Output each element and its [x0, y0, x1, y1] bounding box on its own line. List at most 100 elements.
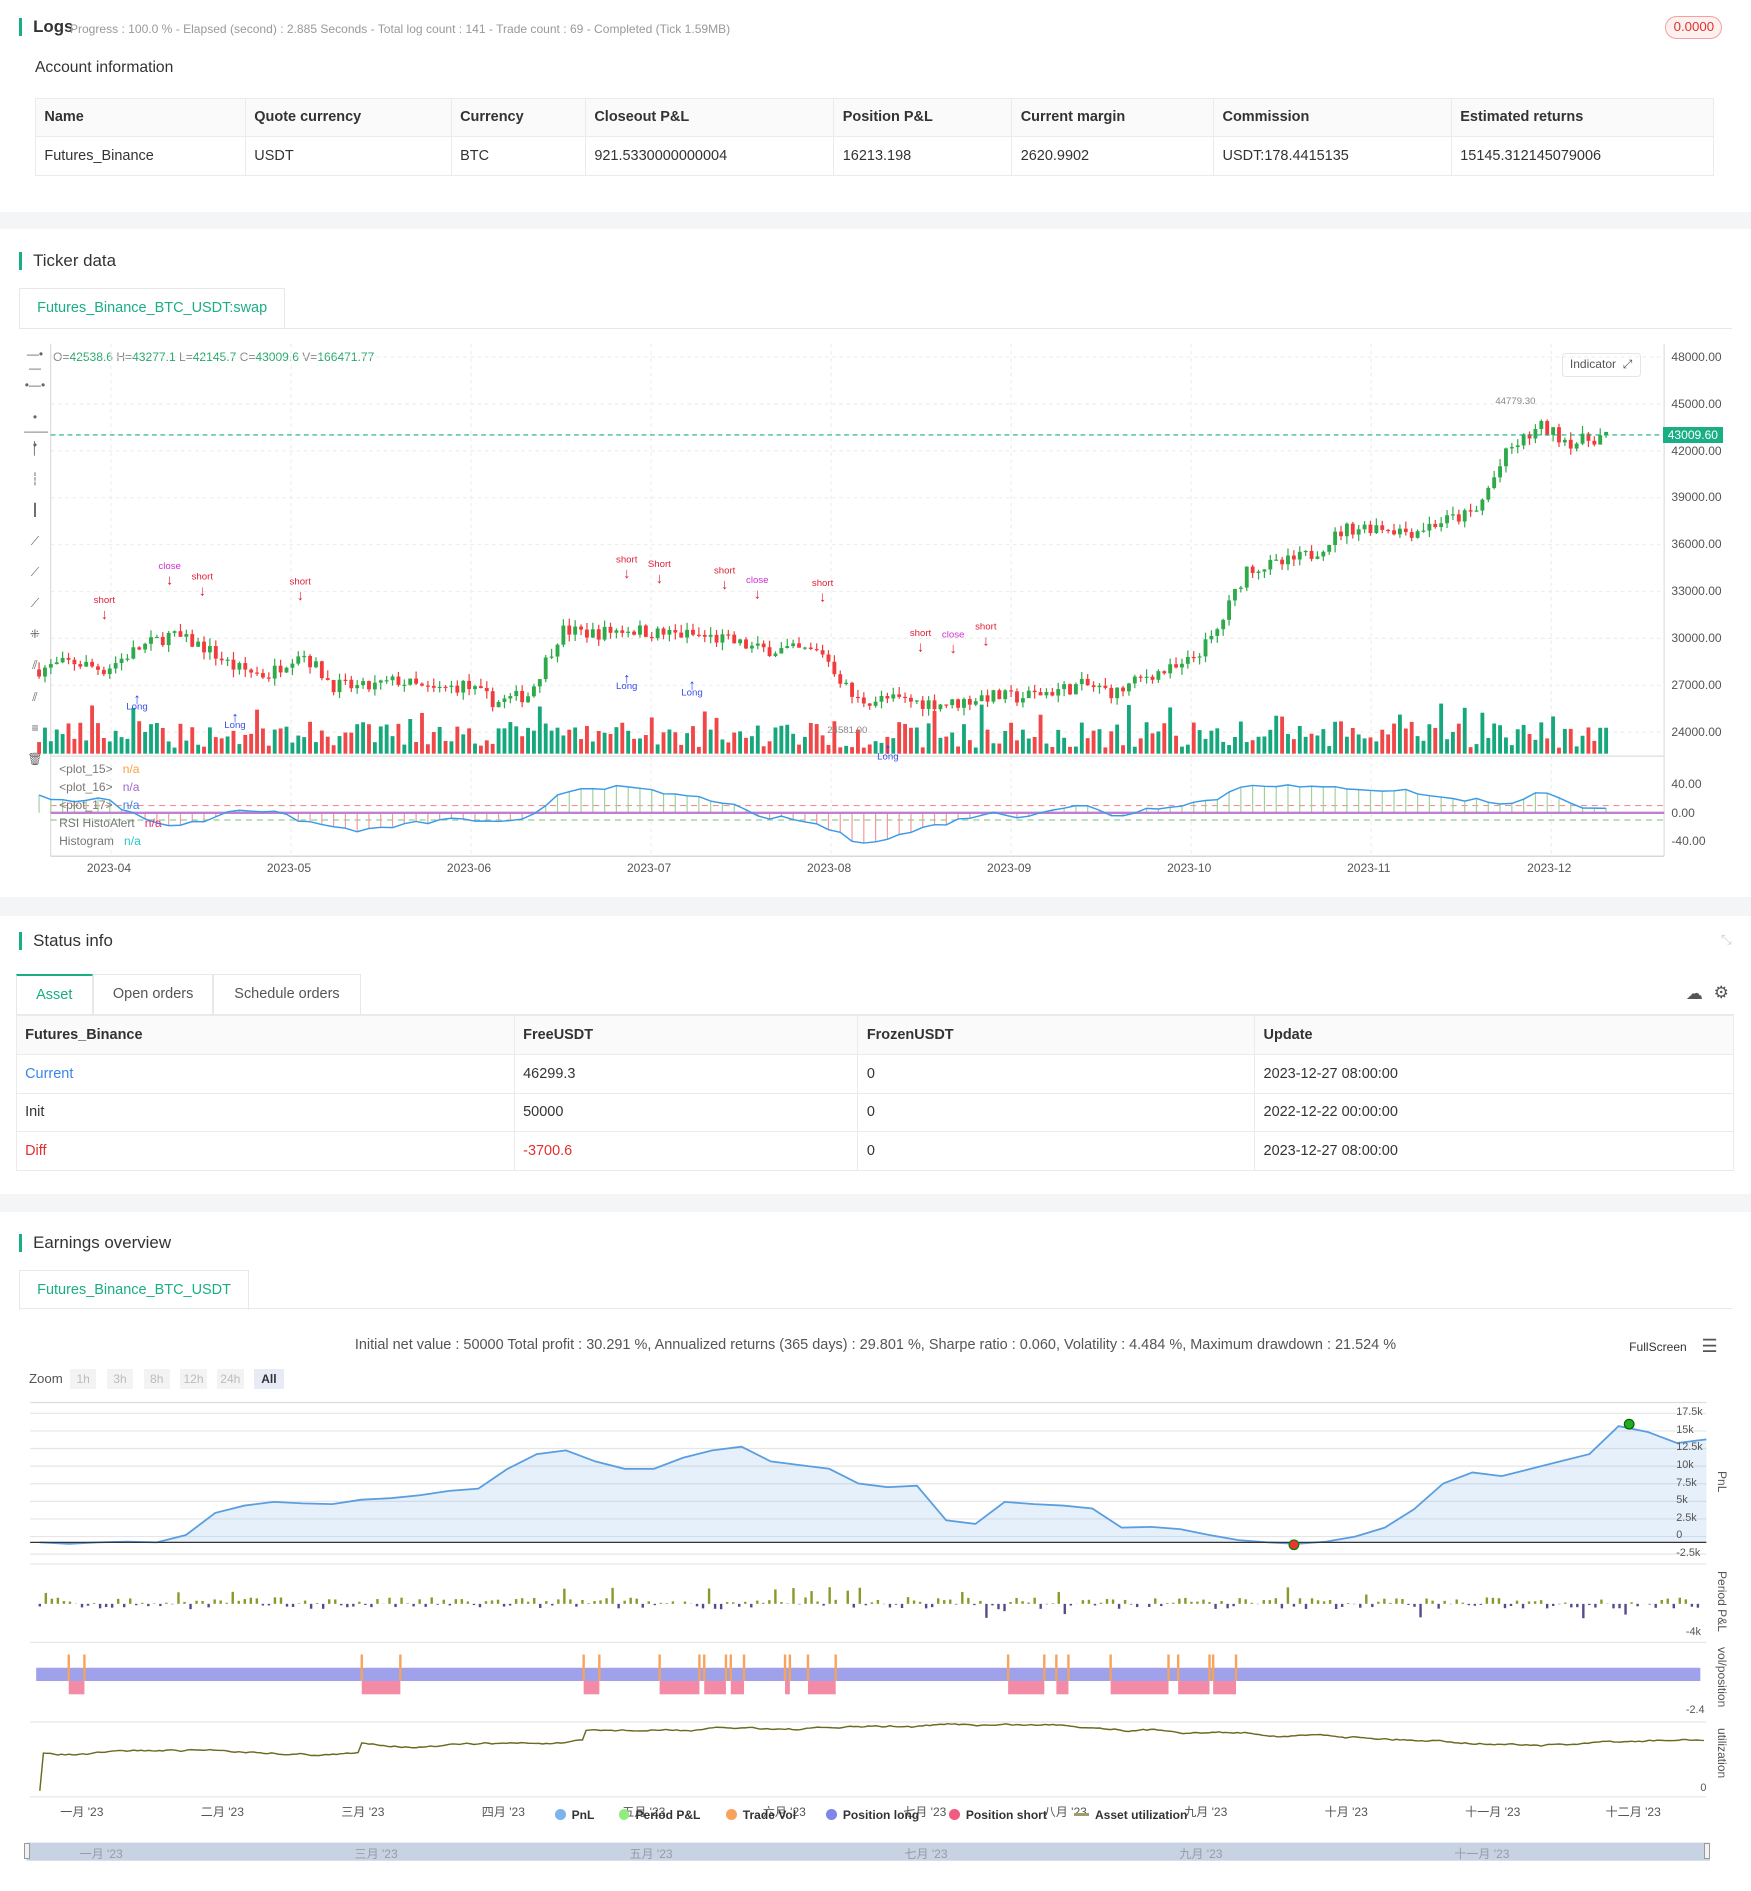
period-pnl-bar	[1485, 1597, 1489, 1604]
period-pnl-bar	[780, 1601, 783, 1604]
period-axis-tick: -4k	[1685, 1625, 1701, 1638]
period-pnl-bar	[1359, 1603, 1362, 1608]
period-pnl-bar	[575, 1603, 578, 1607]
navigator-time-tick: 九月 '23	[1179, 1847, 1223, 1862]
period-pnl-bar	[1407, 1603, 1410, 1605]
dot-legend-icon	[949, 1809, 960, 1821]
period-pnl-bar	[418, 1599, 421, 1604]
axis-title: vol/position	[1714, 1647, 1729, 1708]
period-pnl-bar	[539, 1603, 542, 1608]
period-pnl-bar	[533, 1598, 536, 1604]
navigator-time-tick: 十一月 '23	[1454, 1847, 1510, 1862]
period-pnl-bar	[985, 1603, 988, 1618]
period-pnl-bar	[442, 1599, 445, 1604]
legend-item[interactable]: Position long	[826, 1808, 919, 1822]
period-pnl-bar	[195, 1600, 198, 1604]
period-pnl-bar	[1461, 1602, 1464, 1604]
position-short-bar	[785, 1681, 790, 1695]
period-pnl-bar	[62, 1601, 66, 1604]
navigator-handle-right[interactable]	[1703, 1842, 1710, 1860]
pnl-axis-tick: 5k	[1676, 1494, 1688, 1507]
period-pnl-bar	[243, 1599, 247, 1604]
period-pnl-bar	[1154, 1598, 1157, 1604]
period-pnl-bar	[834, 1599, 837, 1604]
period-pnl-bar	[563, 1588, 566, 1604]
period-pnl-bar	[551, 1603, 554, 1606]
period-pnl-bar	[1696, 1603, 1700, 1608]
dot-legend-icon	[826, 1809, 837, 1821]
period-pnl-bar	[508, 1603, 512, 1606]
period-pnl-bar	[98, 1603, 102, 1609]
legend-item[interactable]: Trade Vol	[725, 1808, 796, 1822]
period-pnl-bar	[44, 1592, 48, 1604]
period-pnl-bar	[1497, 1598, 1501, 1604]
legend-item[interactable]: Position short	[949, 1808, 1047, 1822]
period-pnl-bar	[756, 1600, 759, 1604]
period-pnl-bar	[1298, 1598, 1302, 1604]
period-pnl-bar	[1123, 1599, 1127, 1604]
period-pnl-bar	[629, 1597, 632, 1604]
period-pnl-bar	[599, 1600, 602, 1604]
period-pnl-bar	[1244, 1599, 1247, 1604]
line-legend-icon	[1074, 1813, 1089, 1816]
period-pnl-bar	[683, 1601, 687, 1604]
period-pnl-bar	[1262, 1600, 1265, 1604]
earnings-time-tick: 四月 '23	[481, 1804, 525, 1819]
dot-legend-icon	[618, 1809, 630, 1821]
period-pnl-bar	[611, 1587, 614, 1604]
period-pnl-bar	[460, 1599, 464, 1604]
utilization-axis-tick: 0	[1700, 1782, 1707, 1795]
period-pnl-bar	[1160, 1603, 1163, 1607]
period-pnl-bar	[1383, 1598, 1386, 1604]
period-pnl-bar	[1009, 1601, 1012, 1604]
pnl-axis-tick: 2.5k	[1676, 1511, 1697, 1524]
navigator-handle-left[interactable]	[24, 1842, 31, 1860]
period-pnl-bar	[557, 1599, 560, 1604]
asset-utilization-line	[39, 1722, 1704, 1791]
period-pnl-bar	[1437, 1603, 1440, 1609]
period-pnl-bar	[1310, 1598, 1314, 1604]
legend-item[interactable]: Period P&L	[618, 1808, 700, 1822]
period-pnl-bar	[1292, 1603, 1296, 1607]
legend-item[interactable]: Asset utilization	[1074, 1808, 1187, 1822]
legend-item[interactable]: PnL	[554, 1807, 595, 1822]
period-pnl-bar	[1564, 1602, 1567, 1604]
period-pnl-bar	[1105, 1599, 1109, 1604]
period-pnl-bar	[1346, 1603, 1350, 1604]
period-pnl-bar	[828, 1587, 831, 1604]
period-pnl-bar	[1660, 1599, 1663, 1604]
period-pnl-bar	[165, 1602, 168, 1604]
period-pnl-bar	[1033, 1597, 1036, 1604]
period-pnl-bar	[1419, 1603, 1422, 1618]
min-point-marker	[1288, 1539, 1300, 1551]
period-pnl-bar	[1678, 1597, 1682, 1604]
period-pnl-bar	[894, 1603, 898, 1605]
navigator-time-tick: 五月 '23	[629, 1847, 673, 1862]
period-pnl-bar	[695, 1603, 699, 1607]
period-pnl-bar	[496, 1599, 500, 1604]
period-pnl-bar	[1178, 1598, 1181, 1604]
period-pnl-bar	[1413, 1603, 1416, 1607]
period-pnl-bar	[774, 1589, 777, 1604]
period-pnl-bar	[1545, 1603, 1549, 1609]
earnings-time-tick: 十二月 '23	[1605, 1804, 1661, 1819]
period-pnl-bar	[1015, 1597, 1018, 1604]
period-pnl-bar	[352, 1603, 355, 1607]
period-pnl-bar	[273, 1597, 277, 1604]
pnl-axis-tick: 15k	[1676, 1423, 1694, 1436]
period-pnl-bar	[219, 1600, 222, 1604]
period-pnl-bar	[1214, 1603, 1217, 1609]
earnings-time-tick: 十一月 '23	[1465, 1804, 1521, 1819]
position-short-bar	[1056, 1681, 1069, 1695]
period-pnl-bar	[647, 1601, 650, 1604]
legend-label: PnL	[571, 1807, 595, 1822]
period-pnl-bar	[1509, 1603, 1513, 1606]
period-pnl-bar	[713, 1603, 717, 1609]
earnings-chart[interactable]	[0, 0, 1751, 1891]
period-pnl-bar	[1582, 1603, 1585, 1619]
period-pnl-bar	[213, 1599, 216, 1604]
period-pnl-bar	[936, 1598, 940, 1604]
period-pnl-bar	[1551, 1603, 1555, 1607]
period-pnl-bar	[1021, 1601, 1024, 1604]
period-pnl-bar	[719, 1603, 723, 1610]
